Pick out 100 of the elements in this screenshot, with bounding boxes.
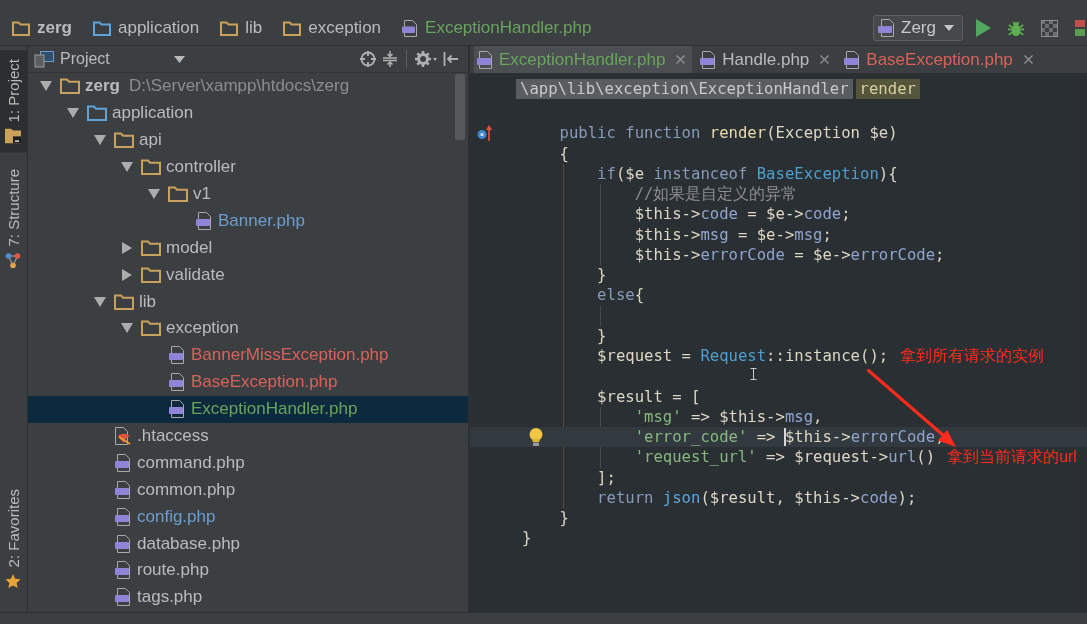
php-file-icon xyxy=(402,19,419,37)
code-line: $this->code = $e->code; xyxy=(634,204,851,225)
folder-icon xyxy=(283,20,302,36)
node-graph-icon xyxy=(5,252,22,269)
project-path: D:\Server\xampp\htdocs\zerg xyxy=(128,76,350,97)
tree-item[interactable]: Banner.php xyxy=(28,207,468,235)
php-file-icon xyxy=(169,373,185,392)
annotation-text: 拿到所有请求的实例 xyxy=(900,346,1045,366)
tree-item[interactable]: tags.php xyxy=(28,583,468,611)
tree-item[interactable]: command.php xyxy=(28,449,468,477)
php-file-icon xyxy=(196,211,212,230)
tree-item[interactable]: .htaccess xyxy=(28,422,468,450)
php-file-icon xyxy=(115,507,131,526)
close-icon[interactable] xyxy=(1023,55,1033,64)
caret-down-icon[interactable] xyxy=(121,162,133,173)
php-file-icon xyxy=(169,400,185,419)
caret-down-icon xyxy=(173,55,185,63)
folder-icon xyxy=(114,132,134,149)
feather-file-icon xyxy=(115,427,131,445)
breadcrumb-item[interactable]: ExceptionHandler.php xyxy=(402,18,592,38)
folder-icon xyxy=(114,293,134,310)
code-line: else{ xyxy=(597,285,645,306)
hide-panel-icon[interactable] xyxy=(443,51,459,67)
code-breadcrumb[interactable]: render xyxy=(855,78,920,99)
caret-down-icon xyxy=(944,25,954,31)
caret-right-icon[interactable] xyxy=(122,268,132,281)
tool-window-tab[interactable]: 1: Project xyxy=(0,50,27,153)
code-breadcrumb[interactable]: \app\lib\exception\ExceptionHandler xyxy=(516,78,853,99)
crosshair-icon[interactable] xyxy=(360,51,376,67)
code-line: } xyxy=(559,508,569,529)
caret-down-icon[interactable] xyxy=(94,135,106,146)
code-line: 'request_url' => $request->url() xyxy=(634,447,936,468)
code-line: ]; xyxy=(597,467,616,488)
settings-icon[interactable] xyxy=(415,51,437,67)
lightbulb-icon[interactable] xyxy=(529,428,543,446)
checkered-icon[interactable] xyxy=(1041,19,1058,37)
tree-item[interactable]: common.php xyxy=(28,476,468,504)
tree-item[interactable]: database.php xyxy=(28,530,468,558)
breadcrumb-item[interactable]: application xyxy=(92,18,200,38)
editor-tab[interactable]: Handle.php xyxy=(697,46,837,73)
ibeam-pointer-icon xyxy=(750,368,757,380)
tree-item[interactable]: application xyxy=(28,99,468,127)
scrollbar-thumb[interactable] xyxy=(455,74,465,140)
project-view-dropdown[interactable]: Project xyxy=(34,50,185,68)
breadcrumb-item[interactable]: zerg xyxy=(12,18,72,38)
tool-window-tab[interactable]: 7: Structure xyxy=(0,160,27,278)
tree-item[interactable]: model xyxy=(28,234,468,262)
folder-icon xyxy=(92,20,111,36)
caret-right-icon[interactable] xyxy=(122,241,132,254)
tree-item[interactable]: zerg D:\Server\xampp\htdocs\zerg xyxy=(28,73,468,100)
code-line: public function render(Exception $e) xyxy=(559,123,898,144)
code-line: $this->msg = $e->msg; xyxy=(634,224,832,245)
close-icon[interactable] xyxy=(820,55,830,64)
editor-tab[interactable]: BaseException.php xyxy=(841,46,1040,73)
folder-icon xyxy=(141,320,161,337)
caret-down-icon[interactable] xyxy=(148,189,160,199)
tree-item[interactable]: ExceptionHandler.php xyxy=(28,395,468,423)
breadcrumb-item[interactable]: lib xyxy=(220,18,263,38)
folder-icon xyxy=(141,159,161,176)
folder-icon xyxy=(87,105,107,122)
php-file-icon xyxy=(844,50,861,69)
caret-down-icon[interactable] xyxy=(40,81,52,92)
tree-item[interactable]: config.php xyxy=(28,503,468,531)
code-line: } xyxy=(597,265,607,286)
caret-down-icon[interactable] xyxy=(67,108,79,119)
tree-item[interactable]: validate xyxy=(28,261,468,289)
php-file-icon xyxy=(115,588,131,607)
tree-item[interactable]: v1 xyxy=(28,180,468,208)
collapse-icon[interactable] xyxy=(382,51,398,67)
close-icon[interactable] xyxy=(676,55,686,64)
caret-down-icon[interactable] xyxy=(94,296,106,307)
tree-item[interactable]: exception xyxy=(28,315,468,342)
annotation-text: 拿到当前请求的url xyxy=(947,447,1077,468)
tree-item[interactable]: BannerMissException.php xyxy=(28,341,468,369)
tree-item[interactable]: BaseException.php xyxy=(28,368,468,396)
tool-window-tab[interactable]: 2: Favorites xyxy=(0,479,27,598)
code-line: $this->errorCode = $e->errorCode; xyxy=(634,244,945,265)
code-line: 'msg' => $this->msg, xyxy=(634,406,823,427)
tree-item[interactable]: lib xyxy=(28,288,468,315)
project-view-icon xyxy=(34,50,54,68)
tree-item[interactable]: route.php xyxy=(28,557,468,584)
breadcrumb-item[interactable]: exception xyxy=(283,18,382,38)
folder-icon xyxy=(5,128,22,144)
star-icon xyxy=(5,573,22,589)
code-line: if($e instanceof BaseException){ xyxy=(597,163,898,184)
tree-item[interactable]: controller xyxy=(28,153,468,181)
override-marker-icon[interactable] xyxy=(477,125,492,142)
php-file-icon xyxy=(115,453,131,472)
squares-icon[interactable] xyxy=(1074,19,1086,37)
folder-icon xyxy=(141,266,161,283)
php-file-icon xyxy=(477,50,493,69)
run-config-dropdown[interactable]: Zerg xyxy=(873,15,963,41)
tree-item[interactable]: api xyxy=(28,126,468,154)
code-line: //如果是自定义的异常 xyxy=(634,184,798,205)
code-line: $request = Request::instance(); xyxy=(597,346,889,367)
caret-down-icon[interactable] xyxy=(121,323,133,334)
code-line: { xyxy=(559,143,569,164)
play-icon[interactable] xyxy=(975,19,991,37)
php-file-icon xyxy=(115,480,131,499)
code-line: return json($result, $this->code); xyxy=(597,487,917,508)
